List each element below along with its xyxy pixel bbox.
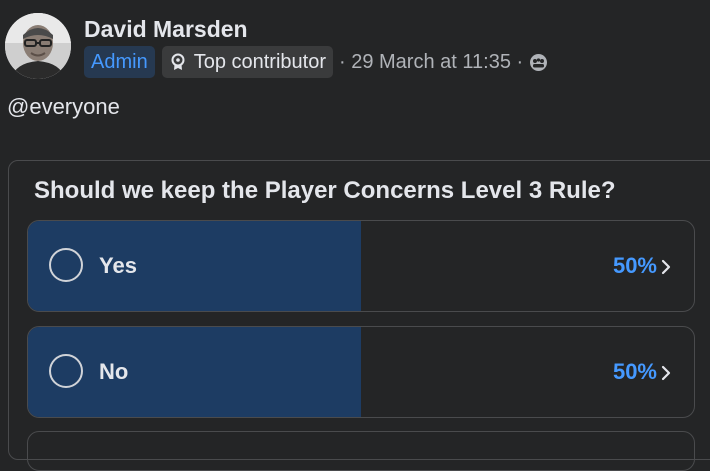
radio-button[interactable]: [49, 354, 83, 388]
chevron-right-icon[interactable]: [660, 258, 672, 276]
poll-option-yes[interactable]: Yes 50%: [27, 220, 695, 312]
award-icon: [168, 52, 188, 72]
author-name[interactable]: David Marsden: [84, 16, 248, 43]
poll-option-label: Yes: [99, 253, 137, 278]
top-contributor-label: Top contributor: [193, 50, 326, 73]
chevron-right-icon[interactable]: [660, 364, 672, 382]
radio-button[interactable]: [49, 248, 83, 282]
group-audience-icon[interactable]: [529, 53, 548, 72]
poll-question: Should we keep the Player Concerns Level…: [34, 177, 616, 204]
post-body-mention[interactable]: @everyone: [7, 94, 120, 120]
post-timestamp[interactable]: · 29 March at 11:35 ·: [339, 51, 523, 74]
post-meta-row: Admin Top contributor · 29 March at 11:3…: [84, 46, 548, 78]
top-contributor-badge[interactable]: Top contributor: [161, 46, 333, 78]
author-avatar[interactable]: [5, 13, 71, 79]
poll-option-percent: 50%: [612, 359, 657, 384]
post-timestamp-group: · 29 March at 11:35 ·: [339, 51, 548, 74]
poll-option-label: No: [99, 359, 129, 384]
admin-badge[interactable]: Admin: [84, 46, 155, 78]
poll-option-no[interactable]: No 50%: [27, 326, 695, 418]
avatar-image: [5, 13, 71, 79]
poll-option-percent: 50%: [612, 253, 657, 278]
poll-option-partial[interactable]: [27, 431, 695, 471]
